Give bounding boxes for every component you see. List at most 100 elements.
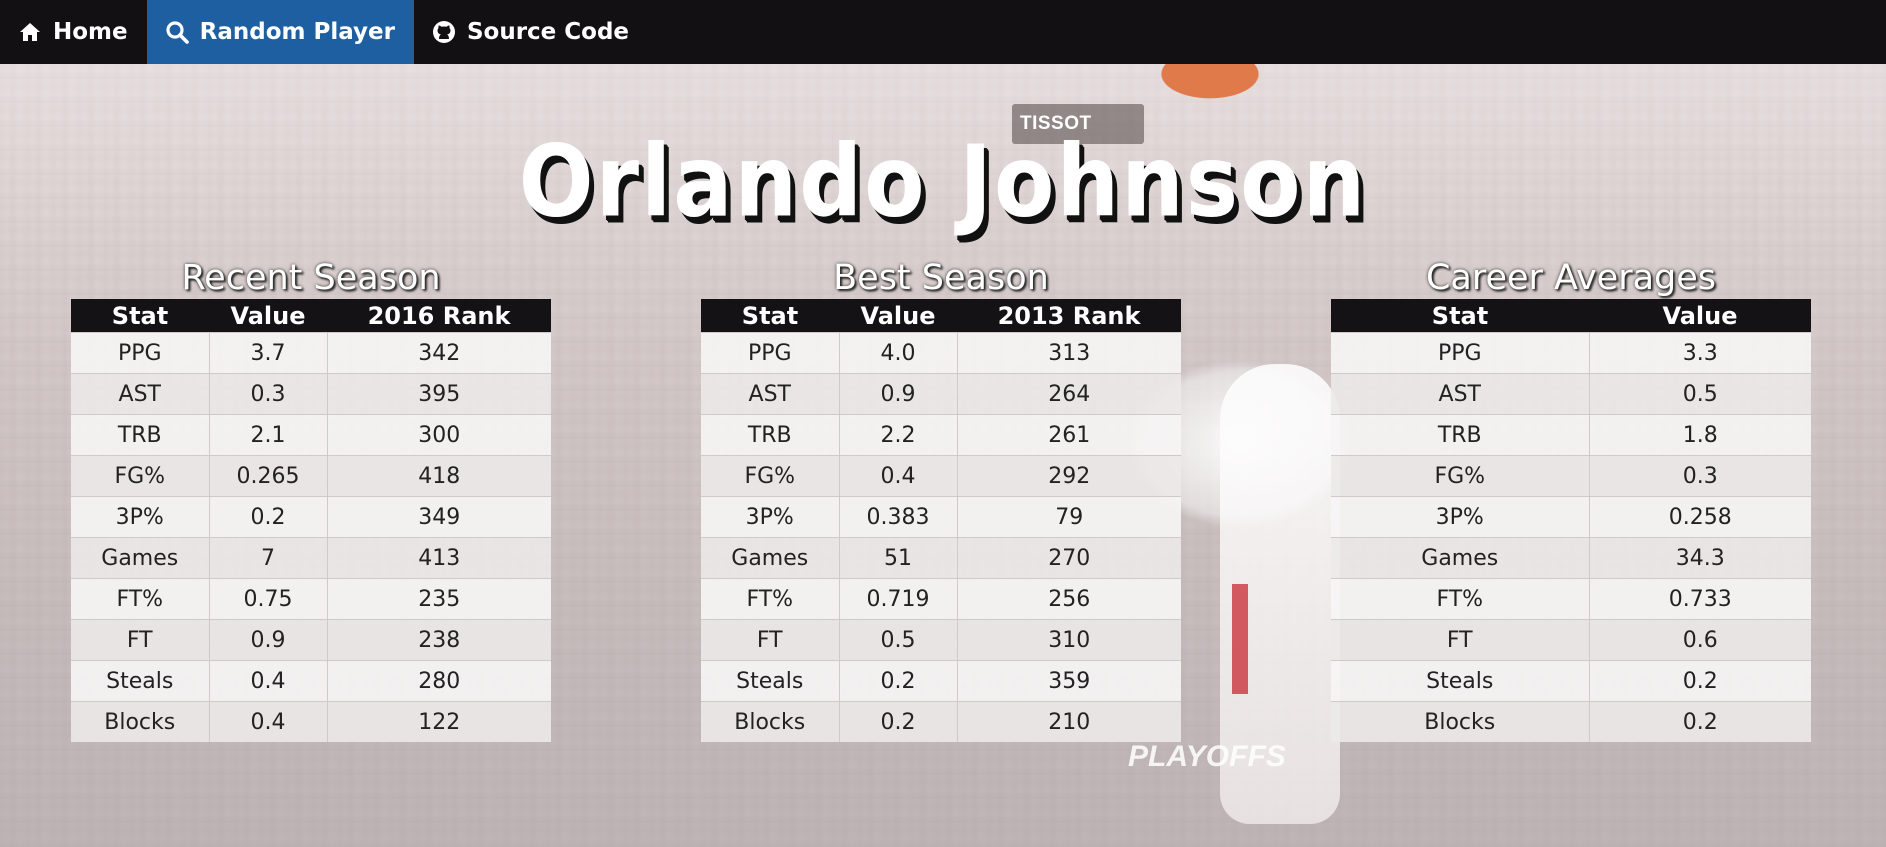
column-header: Stat: [1331, 299, 1589, 333]
rank-cell: 418: [326, 455, 551, 497]
github-icon: [431, 19, 457, 45]
rank-cell: 238: [326, 619, 551, 661]
stat-cell: TRB: [71, 414, 209, 456]
rank-cell: 395: [326, 373, 551, 415]
value-cell: 0.75: [208, 578, 327, 620]
nav-source-code[interactable]: Source Code: [414, 0, 648, 64]
table-row: FT 0.9 238: [71, 619, 551, 661]
value-cell: 7: [208, 537, 327, 579]
value-cell: 0.5: [1588, 373, 1811, 415]
table-row: Games 34.3: [1331, 537, 1811, 579]
stat-cell: FG%: [1331, 455, 1589, 497]
table-row: Steals 0.4 280: [71, 660, 551, 702]
rank-cell: 264: [956, 373, 1181, 415]
stat-cell: FT: [1331, 619, 1589, 661]
value-cell: 0.9: [208, 619, 327, 661]
table-row: PPG 3.3: [1331, 332, 1811, 374]
rank-cell: 359: [956, 660, 1181, 702]
value-cell: 0.733: [1588, 578, 1811, 620]
column-header: Value: [1589, 299, 1811, 333]
value-cell: 1.8: [1588, 414, 1811, 456]
rank-cell: 235: [326, 578, 551, 620]
table-row: TRB 1.8: [1331, 414, 1811, 456]
value-cell: 3.3: [1588, 332, 1811, 374]
career-averages-block: Career Averages Stat Value PPG 3.3 AST 0.5…: [1331, 257, 1811, 742]
value-cell: 0.5: [838, 619, 957, 661]
value-cell: 3.7: [208, 332, 327, 374]
table-row: FT 0.6: [1331, 619, 1811, 661]
table-row: Blocks 0.2: [1331, 701, 1811, 742]
value-cell: 2.2: [838, 414, 957, 456]
value-cell: 0.6: [1588, 619, 1811, 661]
value-cell: 0.258: [1588, 496, 1811, 538]
recent-season-title: Recent Season: [181, 258, 441, 298]
stat-cell: FT%: [71, 578, 209, 620]
stat-cell: Blocks: [71, 701, 209, 742]
rank-cell: 270: [956, 537, 1181, 579]
table-row: TRB 2.2 261: [701, 414, 1181, 456]
playoffs-banner: PLAYOFFS: [1128, 740, 1286, 773]
stat-cell: AST: [71, 373, 209, 415]
table-row: AST 0.9 264: [701, 373, 1181, 415]
table-row: Games 7 413: [71, 537, 551, 579]
rank-cell: 313: [956, 332, 1181, 374]
value-cell: 0.383: [838, 496, 957, 538]
rank-cell: 300: [326, 414, 551, 456]
rank-cell: 210: [956, 701, 1181, 742]
stat-cell: PPG: [701, 332, 839, 374]
table-row: AST 0.3 395: [71, 373, 551, 415]
stat-cell: Games: [701, 537, 839, 579]
stat-cell: FG%: [701, 455, 839, 497]
table-row: TRB 2.1 300: [71, 414, 551, 456]
stat-cell: Steals: [71, 660, 209, 702]
stat-cell: FG%: [71, 455, 209, 497]
rank-cell: 79: [956, 496, 1181, 538]
value-cell: 0.2: [1588, 701, 1811, 742]
table-row: FT% 0.719 256: [701, 578, 1181, 620]
column-header: 2016 Rank: [327, 299, 551, 333]
table-row: Steals 0.2 359: [701, 660, 1181, 702]
nav-home[interactable]: Home: [0, 0, 147, 64]
stat-cell: FT: [701, 619, 839, 661]
table-row: PPG 3.7 342: [71, 332, 551, 374]
column-header: 2013 Rank: [957, 299, 1181, 333]
value-cell: 0.2: [838, 701, 957, 742]
value-cell: 0.719: [838, 578, 957, 620]
stat-cell: PPG: [1331, 332, 1589, 374]
value-cell: 34.3: [1588, 537, 1811, 579]
top-navbar: Home Random Player Source Code: [0, 0, 1886, 64]
value-cell: 51: [838, 537, 957, 579]
stat-cell: TRB: [701, 414, 839, 456]
value-cell: 0.2: [838, 660, 957, 702]
recent-season-block: Recent Season Stat Value 2016 Rank PPG 3.…: [71, 257, 551, 742]
table-header-row: Stat Value 2016 Rank: [71, 299, 551, 333]
nav-random-player[interactable]: Random Player: [146, 0, 414, 64]
table-row: Blocks 0.4 122: [71, 701, 551, 742]
player-jersey-stripe: [1232, 584, 1248, 694]
best-season-block: Best Season Stat Value 2013 Rank PPG 4.0 3…: [701, 257, 1181, 742]
table-row: 3P% 0.2 349: [71, 496, 551, 538]
search-icon: [164, 19, 190, 45]
rank-cell: 292: [956, 455, 1181, 497]
rank-cell: 256: [956, 578, 1181, 620]
stat-cell: FT%: [1331, 578, 1589, 620]
rank-cell: 122: [326, 701, 551, 742]
value-cell: 2.1: [208, 414, 327, 456]
stat-cell: 3P%: [71, 496, 209, 538]
home-icon: [17, 19, 43, 45]
rank-cell: 261: [956, 414, 1181, 456]
stat-cell: 3P%: [1331, 496, 1589, 538]
rank-cell: 280: [326, 660, 551, 702]
table-row: FG% 0.265 418: [71, 455, 551, 497]
stat-cell: AST: [701, 373, 839, 415]
table-row: FT 0.5 310: [701, 619, 1181, 661]
stat-cell: PPG: [71, 332, 209, 374]
table-row: FT% 0.75 235: [71, 578, 551, 620]
stat-cell: 3P%: [701, 496, 839, 538]
nav-random-player-label: Random Player: [199, 19, 395, 45]
column-header: Stat: [71, 299, 209, 333]
table-row: Steals 0.2: [1331, 660, 1811, 702]
table-row: Blocks 0.2 210: [701, 701, 1181, 742]
table-row: Games 51 270: [701, 537, 1181, 579]
nav-home-label: Home: [53, 19, 128, 45]
